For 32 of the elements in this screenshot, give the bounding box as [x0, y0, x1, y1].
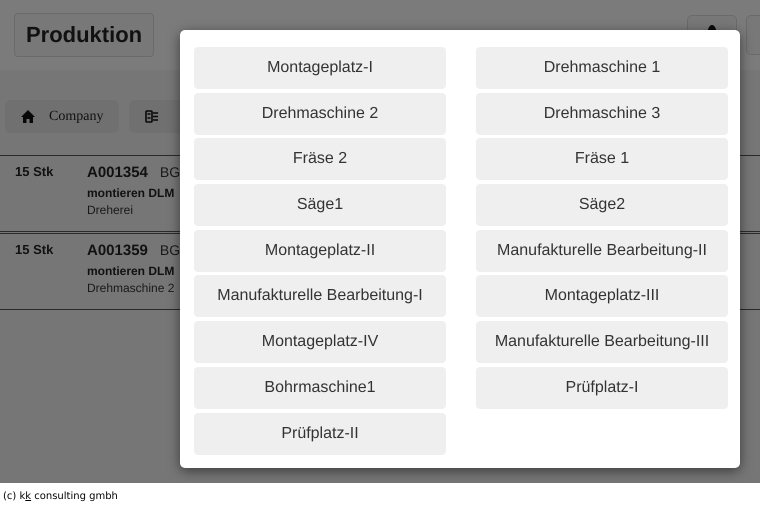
order-type: BG	[160, 242, 180, 258]
quantity: 15 Stk	[15, 164, 54, 181]
option-button[interactable]: Drehmaschine 1	[476, 47, 728, 89]
home-icon	[21, 110, 35, 123]
option-button[interactable]: Bohrmaschine1	[194, 366, 446, 409]
option-button[interactable]: Prüfplatz-II	[194, 412, 446, 454]
option-button[interactable]: Montageplatz-I	[194, 47, 446, 89]
option-button[interactable]: Manufakturelle Bearbeitung-III	[476, 321, 728, 364]
order-number: A001359	[87, 242, 148, 259]
copyright-text: (c) kk consulting gmbh	[3, 491, 118, 502]
option-button[interactable]: Säge2	[476, 184, 728, 226]
option-button[interactable]: Fräse 2	[194, 138, 446, 180]
option-button[interactable]: Säge1	[194, 184, 446, 226]
option-button[interactable]: Drehmaschine 3	[476, 92, 728, 135]
task-text: montieren DLM	[87, 186, 174, 200]
page-title: Produktion	[14, 13, 154, 57]
option-button[interactable]: Manufakturelle Bearbeitung-I	[194, 275, 446, 318]
nav-button[interactable]: Company	[5, 100, 120, 133]
option-button[interactable]: Manufakturelle Bearbeitung-II	[476, 230, 728, 272]
task-text: montieren DLM	[87, 264, 174, 278]
option-button[interactable]: Montageplatz-IV	[194, 321, 446, 364]
quantity: 15 Stk	[15, 242, 54, 259]
option-button[interactable]: Montageplatz-III	[476, 275, 728, 318]
list-icon	[145, 110, 160, 123]
option-button[interactable]: Drehmaschine 2	[194, 92, 446, 135]
option-button[interactable]: Prüfplatz-I	[476, 366, 728, 409]
location-text: Drehmaschine 2	[87, 281, 174, 295]
order-type: BG	[160, 164, 180, 180]
order-number: A001354	[87, 164, 148, 181]
option-button[interactable]: Fräse 1	[476, 138, 728, 180]
location-text: Dreherei	[87, 203, 134, 217]
option-button[interactable]: Montageplatz-II	[194, 230, 446, 272]
